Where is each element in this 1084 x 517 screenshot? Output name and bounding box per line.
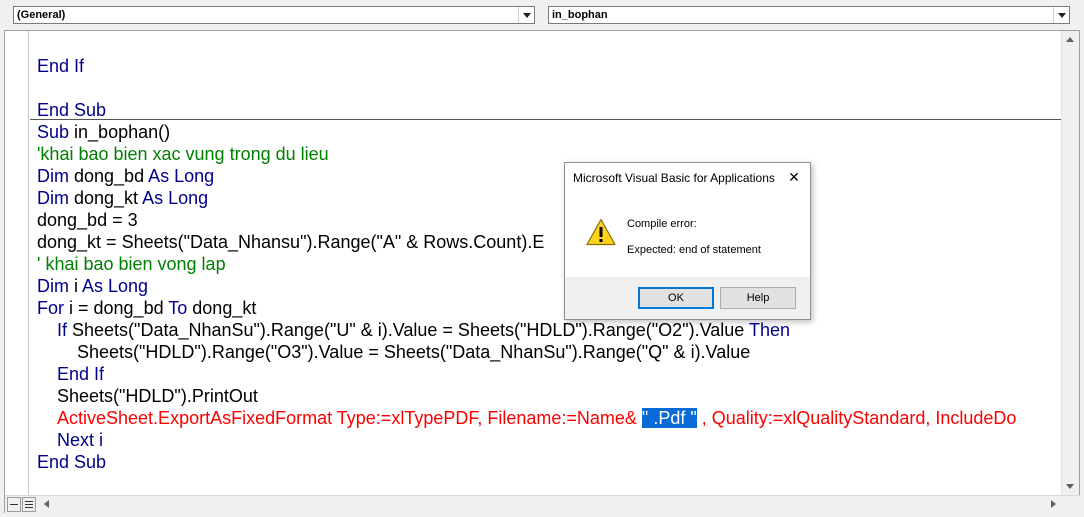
chevron-down-icon[interactable]: [518, 7, 534, 23]
dialog-title: Microsoft Visual Basic for Applications: [573, 171, 775, 185]
code-window-statusbar: [5, 495, 1080, 513]
keyword: As Long: [82, 276, 149, 296]
vertical-scrollbar[interactable]: [1061, 31, 1079, 495]
code-text: in_bophan(): [69, 122, 171, 142]
procedure-dropdown-value: in_bophan: [552, 9, 608, 21]
warning-icon: [586, 218, 616, 246]
object-dropdown[interactable]: (General): [13, 6, 535, 24]
code-line[interactable]: Next i: [57, 429, 103, 451]
code-line[interactable]: End Sub: [37, 451, 106, 473]
code-text: , Quality:=xlQualityStandard, IncludeDo: [696, 408, 1017, 428]
full-module-view-icon-line: [25, 504, 33, 505]
keyword: To: [168, 298, 188, 318]
code-text: i = dong_bd: [64, 298, 169, 318]
code-line[interactable]: End Sub: [37, 99, 106, 121]
keyword: As Long: [142, 188, 209, 208]
code-line[interactable]: Sheets("HDLD").Range("O3").Value = Sheet…: [77, 341, 750, 363]
scroll-up-icon[interactable]: [1062, 31, 1079, 48]
keyword: Then: [748, 320, 790, 340]
code-comment-line[interactable]: 'khai bao bien xac vung trong du lieu: [37, 143, 329, 165]
code-line[interactable]: Sheets("HDLD").PrintOut: [57, 385, 258, 407]
code-line[interactable]: dong_kt = Sheets("Data_Nhansu").Range("A…: [37, 231, 544, 253]
dialog-button-bar: OK Help: [565, 277, 810, 319]
procedure-separator: [30, 119, 1063, 120]
error-selection: " .Pdf ": [641, 408, 697, 428]
horizontal-scrollbar[interactable]: [39, 496, 1062, 513]
full-module-view-icon-line: [25, 507, 33, 508]
code-line[interactable]: For i = dong_bd To dong_kt: [37, 297, 256, 319]
keyword: For: [37, 298, 64, 318]
code-window: End If End Sub Sub in_bophan() 'khai bao…: [4, 30, 1080, 513]
code-line[interactable]: Dim i As Long: [37, 275, 148, 297]
code-line[interactable]: End If: [57, 363, 104, 385]
full-module-view-icon: [25, 501, 33, 502]
code-text: dong_kt: [187, 298, 257, 318]
code-text: i: [69, 276, 83, 296]
code-text: dong_kt: [69, 188, 143, 208]
procedure-dropdown[interactable]: in_bophan: [548, 6, 1070, 24]
keyword: Dim: [37, 276, 69, 296]
keyword: Dim: [37, 166, 69, 186]
error-message-detail: Expected: end of statement: [627, 244, 761, 256]
scroll-right-icon[interactable]: [1045, 496, 1062, 513]
code-text: Sheets("Data_NhanSu").Range("U" & i).Val…: [67, 320, 749, 340]
chevron-down-icon[interactable]: [1053, 7, 1069, 23]
help-button[interactable]: Help: [720, 287, 796, 309]
keyword: End If: [57, 364, 105, 384]
keyword: End If: [37, 56, 85, 76]
code-line[interactable]: End If: [37, 55, 84, 77]
scrollbar-thumb[interactable]: [1064, 189, 1077, 489]
compile-error-dialog: Microsoft Visual Basic for Applications …: [564, 162, 811, 320]
scroll-down-icon[interactable]: [1062, 478, 1079, 495]
error-code-line[interactable]: ActiveSheet.ExportAsFixedFormat Type:=xl…: [57, 407, 1016, 429]
code-text: ActiveSheet.ExportAsFixedFormat Type:=xl…: [57, 408, 642, 428]
object-dropdown-value: (General): [17, 9, 66, 21]
code-editor[interactable]: End If End Sub Sub in_bophan() 'khai bao…: [30, 31, 1063, 495]
scroll-left-icon[interactable]: [39, 496, 56, 513]
keyword: If: [57, 320, 68, 340]
keyword: End Sub: [37, 100, 107, 120]
error-message-title: Compile error:: [627, 218, 697, 230]
keyword: Dim: [37, 188, 69, 208]
margin-indicator-bar[interactable]: [5, 31, 29, 495]
procedure-view-icon: [10, 504, 18, 505]
ok-button[interactable]: OK: [638, 287, 714, 309]
code-line[interactable]: Dim dong_bd As Long: [37, 165, 214, 187]
close-icon[interactable]: ✕: [782, 167, 806, 189]
keyword: Sub: [37, 122, 70, 142]
code-text: dong_bd: [69, 166, 149, 186]
code-line[interactable]: Sub in_bophan(): [37, 121, 170, 143]
code-comment-line[interactable]: ' khai bao bien vong lap: [37, 253, 226, 275]
full-module-view-button[interactable]: [22, 497, 36, 512]
code-line[interactable]: dong_bd = 3: [37, 209, 138, 231]
keyword: As Long: [148, 166, 215, 186]
code-window-toolbar: (General) in_bophan: [0, 0, 1084, 30]
code-line[interactable]: Dim dong_kt As Long: [37, 187, 208, 209]
procedure-view-button[interactable]: [7, 497, 21, 512]
code-line[interactable]: If Sheets("Data_NhanSu").Range("U" & i).…: [57, 319, 790, 341]
